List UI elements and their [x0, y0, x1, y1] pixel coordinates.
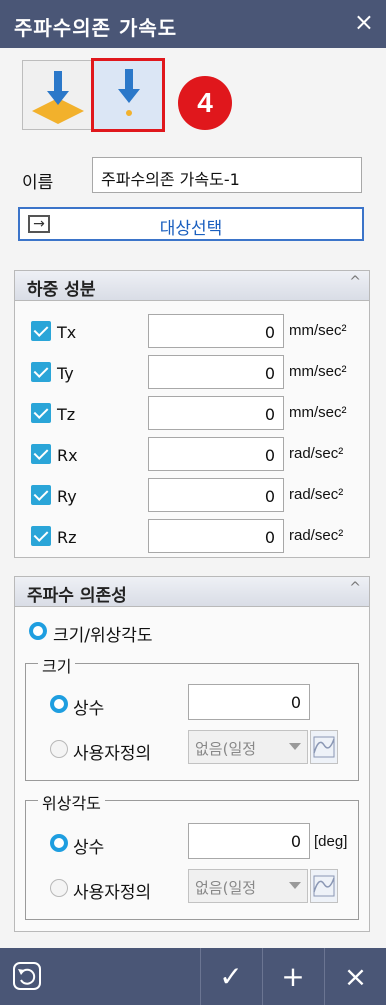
ty-value: 0 [264, 364, 275, 383]
tx-input[interactable]: 0 [148, 314, 284, 348]
window-title: 주파수의존 가속도 [14, 16, 178, 40]
magnitude-constant-label: 상수 [73, 699, 105, 719]
surface-arrow-icon [32, 71, 84, 124]
add-button[interactable]: + [263, 948, 323, 1005]
select-target-label: 대상선택 [159, 219, 223, 239]
ty-checkbox[interactable] [31, 362, 51, 382]
magnitude-group-title: 크기 [38, 653, 76, 677]
freq-panel-header[interactable]: 주파수 의존성 ^ [15, 577, 369, 607]
tz-label: Tz [57, 405, 76, 424]
surface-load-button[interactable] [22, 60, 92, 130]
ry-value: 0 [264, 487, 275, 506]
phase-user-label: 사용자정의 [73, 883, 152, 903]
chevron-down-icon [289, 882, 301, 889]
title-bar: 주파수의존 가속도 × [0, 0, 386, 48]
step-badge: 4 [178, 76, 232, 130]
magnitude-dropdown-value: 없음(일정 [195, 740, 257, 758]
chevron-down-icon [289, 743, 301, 750]
load-panel-title: 하중 성분 [27, 280, 96, 300]
magnitude-function-dropdown[interactable]: 없음(일정 [188, 730, 308, 764]
highlight-frame [91, 58, 165, 132]
ty-label: Ty [57, 364, 74, 383]
phase-dropdown-value: 없음(일정 [195, 879, 257, 897]
phase-user-radio[interactable] [50, 879, 68, 897]
phase-constant-radio[interactable] [50, 834, 68, 852]
tx-label: Tx [57, 323, 77, 342]
phase-unit: [deg] [314, 833, 348, 850]
ry-checkbox[interactable] [31, 485, 51, 505]
ry-label: Ry [57, 487, 77, 506]
rz-checkbox[interactable] [31, 526, 51, 546]
phase-group: 위상각도 상수 0 [deg] 사용자정의 없음(일정 [25, 790, 359, 920]
freq-panel-title: 주파수 의존성 [27, 586, 127, 606]
rx-checkbox[interactable] [31, 444, 51, 464]
phase-function-dropdown[interactable]: 없음(일정 [188, 869, 308, 903]
phase-constant-input[interactable]: 0 [188, 823, 310, 859]
name-label: 이름 [22, 173, 54, 193]
load-panel-header[interactable]: 하중 성분 ^ [15, 271, 369, 301]
graph-icon [313, 875, 335, 897]
magnitude-graph-button[interactable] [310, 730, 338, 764]
select-target-button[interactable]: → 대상선택 [18, 207, 364, 241]
magnitude-user-label: 사용자정의 [73, 744, 152, 764]
reset-icon [13, 962, 41, 990]
name-field[interactable]: 주파수의존 가속도-1 [92, 157, 362, 193]
tz-input[interactable]: 0 [148, 396, 284, 430]
tz-value: 0 [264, 405, 275, 424]
rx-label: Rx [57, 446, 78, 465]
tx-checkbox[interactable] [31, 321, 51, 341]
phase-group-title: 위상각도 [38, 790, 105, 814]
cancel-button[interactable]: × [325, 948, 386, 1005]
rz-input[interactable]: 0 [148, 519, 284, 553]
tz-unit: mm/sec² [289, 404, 347, 421]
load-component-panel: 하중 성분 ^ Tx 0 mm/sec² Ty 0 mm/sec² Tz 0 m… [14, 270, 370, 558]
collapse-icon[interactable]: ^ [349, 274, 361, 290]
rx-value: 0 [264, 446, 275, 465]
rx-input[interactable]: 0 [148, 437, 284, 471]
ry-input[interactable]: 0 [148, 478, 284, 512]
name-value: 주파수의존 가속도-1 [101, 170, 240, 189]
ty-unit: mm/sec² [289, 363, 347, 380]
bottom-bar: ✓ + × [0, 948, 386, 1005]
phase-constant-label: 상수 [73, 838, 105, 858]
tx-unit: mm/sec² [289, 322, 347, 339]
rz-value: 0 [264, 528, 275, 547]
magnitude-constant-radio[interactable] [50, 695, 68, 713]
collapse-icon[interactable]: ^ [349, 580, 361, 596]
phase-constant-value: 0 [290, 832, 301, 851]
magnitude-constant-value: 0 [290, 693, 301, 712]
frequency-dependency-panel: 주파수 의존성 ^ 크기/위상각도 크기 상수 0 사용자정의 없음(일정 위상… [14, 576, 370, 932]
tx-value: 0 [264, 323, 275, 342]
ty-input[interactable]: 0 [148, 355, 284, 389]
rz-unit: rad/sec² [289, 527, 344, 544]
magnitude-phase-label: 크기/위상각도 [53, 626, 153, 646]
magnitude-phase-radio[interactable] [29, 622, 47, 640]
rx-unit: rad/sec² [289, 445, 344, 462]
magnitude-user-radio[interactable] [50, 740, 68, 758]
graph-icon [313, 736, 335, 758]
magnitude-constant-input[interactable]: 0 [188, 684, 310, 720]
magnitude-group: 크기 상수 0 사용자정의 없음(일정 [25, 653, 359, 781]
reset-button[interactable] [0, 948, 54, 1005]
close-icon[interactable]: × [354, 8, 374, 36]
phase-graph-button[interactable] [310, 869, 338, 903]
tz-checkbox[interactable] [31, 403, 51, 423]
rz-label: Rz [57, 528, 77, 547]
ok-button[interactable]: ✓ [201, 948, 261, 1005]
ry-unit: rad/sec² [289, 486, 344, 503]
